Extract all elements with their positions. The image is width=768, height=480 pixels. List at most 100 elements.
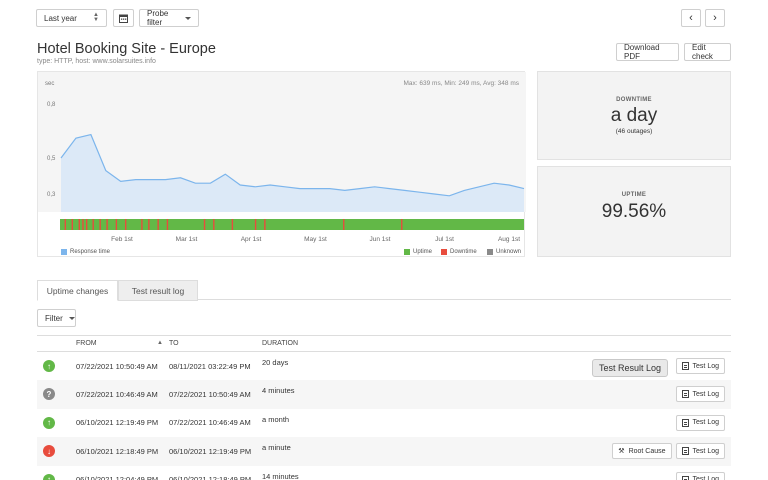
next-button[interactable]: ›: [705, 9, 725, 27]
calendar-icon: [119, 14, 128, 23]
downtime-marker: [85, 219, 88, 230]
downtime-marker: [141, 219, 143, 230]
duration-value: 14 minutes: [262, 471, 299, 480]
status-up-icon: ↑: [43, 360, 55, 372]
document-icon: [681, 390, 689, 399]
tab-test-result-log[interactable]: Test result log: [118, 280, 198, 301]
table-row: ↑ 06/10/2021 12:04:49 PM 06/10/2021 12:18:…: [37, 466, 731, 480]
filter-label: Filter: [45, 313, 63, 323]
probe-filter-dropdown[interactable]: Probe filter: [139, 9, 199, 27]
edit-check-label: Edit check: [692, 43, 713, 61]
tab-label: Test result log: [131, 285, 185, 296]
legend-swatch: [61, 249, 67, 255]
legend-swatch: [487, 249, 493, 255]
legend-unknown: Unknown: [487, 249, 521, 255]
downtime-label: DOWNTIME: [616, 97, 652, 103]
downtime-marker: [106, 219, 108, 230]
duration-cell: 4 minutes Test Log: [262, 380, 731, 409]
from-cell: 07/22/2021 10:46:49 AM: [76, 380, 169, 409]
test-log-label: Test Log: [692, 390, 719, 398]
y-axis-label: sec: [45, 81, 54, 87]
status-unknown-icon: ?: [43, 388, 55, 401]
x-tick-label: Jul 1st: [435, 236, 454, 243]
from-cell: 07/22/2021 10:50:49 AM: [76, 361, 158, 371]
chevron-right-icon: ›: [713, 12, 717, 24]
y-tick-label: 0,8: [47, 102, 56, 108]
downtime-marker: [401, 219, 403, 230]
status-up-icon: ↑: [43, 416, 55, 429]
test-log-button[interactable]: Test Log: [675, 414, 725, 431]
column-label: DURATION: [262, 340, 299, 347]
duration-value: a month: [262, 414, 290, 424]
x-tick-label: Apr 1st: [241, 236, 262, 243]
downtime-marker: [92, 219, 94, 230]
date-range-select[interactable]: Last year ▲ ▼: [36, 9, 107, 27]
status-cell: ↓: [37, 437, 76, 466]
downtime-marker: [231, 219, 234, 230]
downtime-outages: (46 outages): [615, 128, 653, 135]
tab-label: Uptime changes: [46, 285, 109, 296]
test-log-label: Test Log: [692, 447, 719, 455]
test-log-label: Test Log: [692, 476, 719, 480]
from-cell: 06/10/2021 12:18:49 PM: [76, 437, 169, 466]
page-subtitle: type: HTTP, host: www.solarsuites.info: [37, 58, 156, 65]
status-cell: ?: [37, 380, 76, 409]
uptime-panel: UPTIME 99.56%: [537, 166, 731, 257]
table-header-row: FROM ▲ TO DURATION: [37, 335, 731, 352]
duration-value: 20 days: [262, 358, 289, 367]
document-icon: [681, 362, 689, 370]
tools-icon: ⚒: [618, 448, 625, 456]
status-cell: ↑: [37, 466, 76, 480]
chart-canvas: 0,8 0,5 0,3 sec Max: 639 ms, Min: 249 ms, Av…: [38, 72, 526, 243]
downtime-marker: [166, 219, 169, 230]
downtime-marker: [64, 219, 67, 230]
test-log-button[interactable]: Test Log: [675, 386, 725, 403]
test-log-button[interactable]: Test Log: [675, 443, 725, 460]
downtime-marker: [99, 219, 101, 230]
test-log-button[interactable]: Test Log: [675, 358, 725, 374]
from-column-header[interactable]: FROM ▲: [76, 335, 169, 352]
to-cell: 07/22/2021 10:50:49 AM: [169, 380, 262, 409]
from-cell: 06/10/2021 12:04:49 PM: [76, 475, 159, 480]
downtime-marker: [254, 219, 257, 230]
x-tick-label: May 1st: [304, 236, 327, 243]
downtime-marker: [157, 219, 159, 230]
legend-label: Unknown: [496, 249, 522, 255]
duration-value: 4 minutes: [262, 386, 295, 396]
column-label: FROM: [76, 340, 97, 347]
root-cause-button[interactable]: ⚒ Root Cause: [612, 443, 672, 460]
y-tick-label: 0,3: [47, 192, 56, 198]
duration-cell: a minute Test Log ⚒ Root Cause: [262, 437, 731, 466]
prev-button[interactable]: ‹: [681, 9, 701, 27]
downtime-marker: [124, 219, 127, 230]
test-log-button[interactable]: Test Log: [675, 471, 725, 480]
x-tick-label: Mar 1st: [176, 236, 198, 243]
duration-cell: a month Test Log: [262, 409, 731, 438]
downtime-marker: [203, 219, 206, 230]
calendar-button[interactable]: [113, 9, 134, 27]
caret-down-icon: [185, 16, 191, 20]
document-icon: [681, 475, 689, 480]
legend-downtime: Downtime: [441, 249, 477, 255]
uptime-value: 99.56%: [601, 201, 667, 222]
tab-uptime-changes[interactable]: Uptime changes: [37, 280, 118, 301]
uptime-status-bar: [60, 219, 524, 230]
test-log-label: Test Log: [692, 419, 719, 427]
to-cell: 06/10/2021 12:18:49 PM: [169, 475, 252, 480]
downtime-panel: DOWNTIME a day (46 outages): [537, 71, 731, 160]
uptime-label: UPTIME: [621, 192, 647, 198]
filter-dropdown[interactable]: Filter: [37, 309, 76, 327]
downtime-marker: [78, 219, 80, 230]
legend-label: Uptime: [413, 249, 433, 255]
duration-cell: 14 minutes Test Log: [262, 466, 731, 480]
page-title: Hotel Booking Site - Europe: [37, 41, 216, 57]
updown-icon: ▲ ▼: [93, 12, 99, 23]
downtime-marker: [213, 219, 215, 230]
table-row: ↑ 06/10/2021 12:19:49 PM 07/22/2021 10:46:…: [37, 409, 731, 438]
x-tick-label: Feb 1st: [111, 236, 133, 243]
edit-check-button[interactable]: Edit check: [684, 43, 731, 61]
download-pdf-button[interactable]: Download PDF: [616, 43, 679, 61]
duration-column-header: DURATION: [262, 335, 731, 352]
to-cell: 07/22/2021 10:46:49 AM: [169, 418, 251, 428]
chevron-left-icon: ‹: [689, 12, 693, 24]
